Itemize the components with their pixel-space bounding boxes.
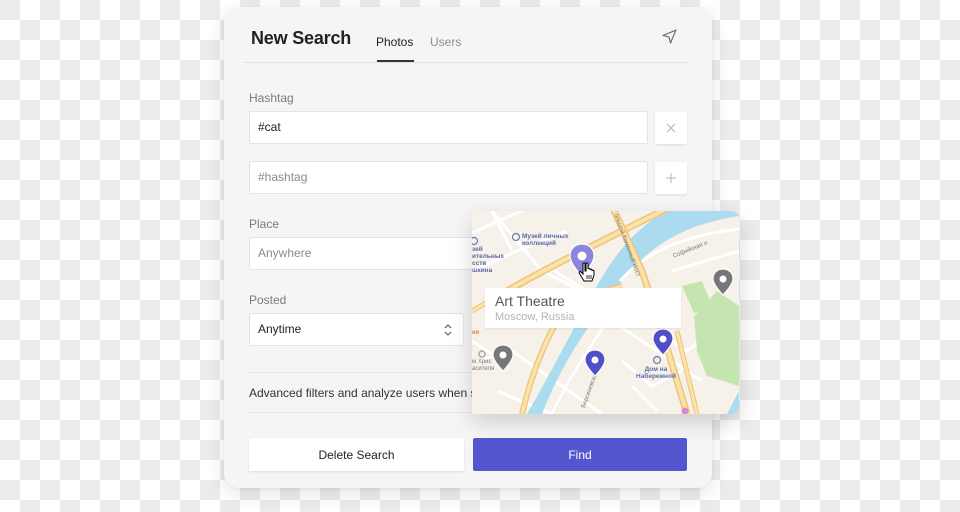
pin-gray-west-icon[interactable]: [492, 344, 514, 372]
location-popup[interactable]: Art Theatre Moscow, Russia: [485, 288, 681, 328]
hashtag-label: Hashtag: [249, 91, 294, 105]
poi-label-museum-fine-arts: зей ительных сств шкина: [472, 246, 505, 274]
advanced-filters-text[interactable]: Advanced filters and analyze users when …: [249, 386, 483, 400]
popup-subtitle: Moscow, Russia: [495, 311, 575, 323]
page-title: New Search: [251, 28, 352, 48]
pin-gray-east-icon[interactable]: [712, 268, 734, 296]
popup-title: Art Theatre: [495, 293, 565, 309]
add-hashtag-button[interactable]: [655, 162, 687, 194]
poi-label-museum-private: Музей личных коллекций: [522, 233, 569, 247]
poi-label-cathedral: м Хрис асителя: [472, 359, 495, 372]
hand-cursor-icon: [578, 262, 595, 282]
poi-label-house-embankment: Дом на Набережной: [636, 366, 676, 380]
place-input[interactable]: Anywhere: [249, 237, 487, 270]
remove-hashtag-button[interactable]: [655, 112, 687, 144]
chevron-updown-icon: [444, 324, 452, 336]
tab-photos[interactable]: Photos: [376, 35, 413, 49]
delete-search-button[interactable]: Delete Search: [249, 438, 464, 471]
hashtag-input-2[interactable]: #hashtag: [249, 161, 648, 194]
close-icon: [666, 123, 676, 133]
place-label: Place: [249, 217, 280, 231]
posted-select[interactable]: Anytime: [249, 313, 464, 346]
pin-blue-2-icon[interactable]: [652, 328, 674, 356]
send-icon[interactable]: [661, 28, 678, 45]
hashtag-input-1[interactable]: #cat: [249, 111, 648, 144]
header-divider: [244, 62, 688, 63]
street-label-fragment: ия: [472, 330, 480, 336]
plus-icon: [666, 173, 676, 183]
pin-blue-1-icon[interactable]: [584, 349, 606, 377]
posted-label: Posted: [249, 293, 287, 307]
find-button[interactable]: Find: [473, 438, 687, 471]
tab-users[interactable]: Users: [430, 35, 461, 49]
posted-select-value: Anytime: [258, 322, 302, 336]
map-preview[interactable]: Музей личных коллекций зей ительных сств…: [472, 211, 739, 414]
